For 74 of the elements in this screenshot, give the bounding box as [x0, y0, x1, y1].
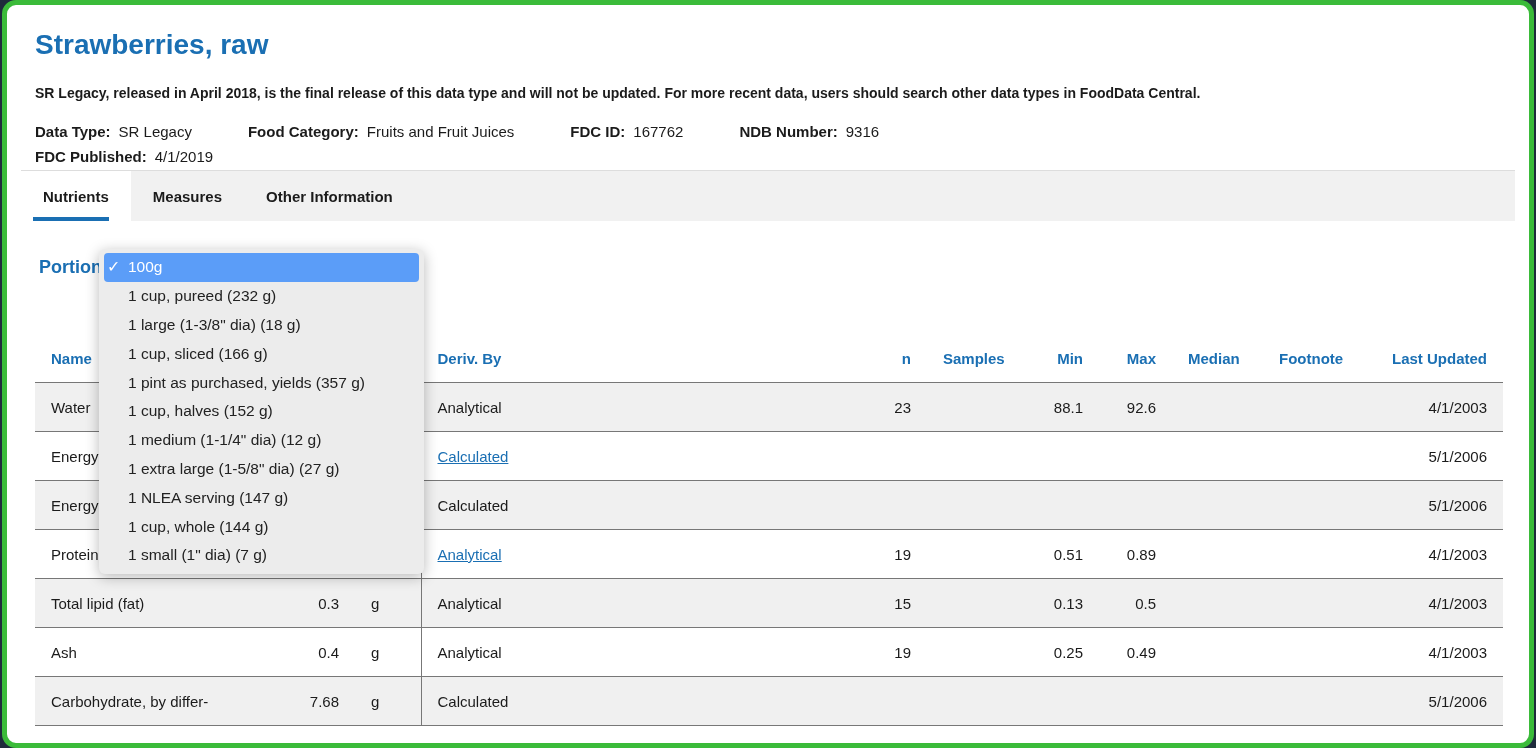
dropdown-option[interactable]: 1 large (1-3/8" dia) (18 g)	[104, 310, 419, 340]
table-cell: Ash	[51, 643, 77, 661]
table-cell: 15	[894, 594, 911, 612]
table-cell: Analytical	[437, 643, 502, 661]
table-cell: 5/1/2006	[1428, 447, 1487, 465]
meta-label: FDC Published:	[35, 148, 147, 165]
table-cell: 0.89	[1126, 545, 1156, 563]
method-link[interactable]: Calculated	[437, 447, 509, 465]
meta-value: 167762	[633, 123, 684, 140]
table-cell: 5/1/2006	[1428, 692, 1487, 710]
table-cell: Energy	[51, 447, 99, 465]
notice-text: SR Legacy, released in April 2018, is the final release of this data type and will not be updated. For more recent data, users should search other data types in FoodData Central.	[35, 85, 1202, 101]
tab[interactable]: Measures	[130, 171, 245, 221]
table-cell: 88.1	[1053, 398, 1083, 416]
table-cell: 0.3	[318, 594, 339, 612]
dropdown-option[interactable]: 1 cup, whole (144 g)	[104, 512, 419, 541]
table-cell: Energy	[51, 496, 99, 514]
table-cell: 0.5	[1135, 594, 1156, 612]
column-header[interactable]: n	[901, 349, 911, 367]
meta-value: 4/1/2019	[154, 148, 214, 165]
table-cell: 7.68	[309, 692, 339, 710]
meta-label: FDC ID:	[570, 123, 626, 140]
table-cell: 92.6	[1126, 398, 1156, 416]
dropdown-option[interactable]: 1 medium (1-1/4" dia) (12 g)	[104, 425, 419, 455]
table-cell: 0.13	[1053, 594, 1083, 612]
dropdown-option[interactable]: 1 cup, sliced (166 g)	[104, 339, 419, 369]
dropdown-option[interactable]: 1 extra large (1-5/8" dia) (27 g)	[104, 454, 419, 484]
meta-value: 9316	[845, 123, 880, 140]
table-cell: 0.51	[1053, 545, 1083, 563]
column-header[interactable]: Last Updated	[1392, 349, 1487, 367]
meta-label: NDB Number:	[739, 123, 838, 140]
table-cell: 19	[894, 643, 911, 661]
page-title: Strawberries, raw	[35, 29, 270, 61]
dropdown-option[interactable]: 1 pint as purchased, yields (357 g)	[104, 368, 419, 397]
table-cell: Calculated	[437, 496, 509, 514]
table-cell: 19	[894, 545, 911, 563]
column-header[interactable]: Deriv. By	[437, 349, 502, 367]
table-cell: 0.4	[318, 643, 339, 661]
table-cell: 4/1/2003	[1428, 398, 1487, 416]
column-header[interactable]: Min	[1057, 349, 1083, 367]
table-cell: Carbohydrate, by differ-	[51, 692, 209, 710]
meta-label: Data Type:	[35, 123, 111, 140]
table-cell: 4/1/2003	[1428, 643, 1487, 661]
table-cell: Calculated	[437, 692, 509, 710]
table-cell: 5/1/2006	[1428, 496, 1487, 514]
table-cell: Analytical	[437, 594, 502, 612]
meta-value: Fruits and Fruit Juices	[366, 123, 515, 140]
method-link[interactable]: Analytical	[437, 545, 502, 563]
meta-value: SR Legacy	[118, 123, 192, 140]
table-cell: 23	[894, 398, 911, 416]
portion-label: Portion	[39, 257, 102, 278]
tab[interactable]: Other Information	[244, 171, 415, 221]
dropdown-option[interactable]: 1 cup, pureed (232 g)	[104, 281, 419, 311]
dropdown-option[interactable]: 1 NLEA serving (147 g)	[104, 483, 419, 513]
table-cell: 4/1/2003	[1428, 594, 1487, 612]
table-cell: Water	[51, 398, 91, 416]
meta-label: Food Category:	[247, 123, 359, 140]
table-cell: Total lipid (fat)	[51, 594, 145, 612]
table-cell: 0.49	[1126, 643, 1156, 661]
tab[interactable]: Nutrients	[21, 171, 131, 221]
table-cell: Protein	[51, 545, 99, 563]
table-cell: g	[371, 692, 380, 710]
table-cell: 0.25	[1053, 643, 1083, 661]
table-cell: g	[371, 594, 380, 612]
column-header[interactable]: Samples	[943, 349, 1005, 367]
column-header[interactable]: Footnote	[1279, 349, 1344, 367]
column-header[interactable]: Max	[1126, 349, 1156, 367]
table-cell: g	[371, 643, 380, 661]
dropdown-option[interactable]: 1 cup, halves (152 g)	[104, 397, 419, 426]
column-header[interactable]: Name	[51, 349, 92, 367]
table-cell: Analytical	[437, 398, 502, 416]
table-cell: 4/1/2003	[1428, 545, 1487, 563]
column-header[interactable]: Median	[1188, 349, 1240, 367]
dropdown-option[interactable]: 1 small (1" dia) (7 g)	[104, 540, 419, 570]
